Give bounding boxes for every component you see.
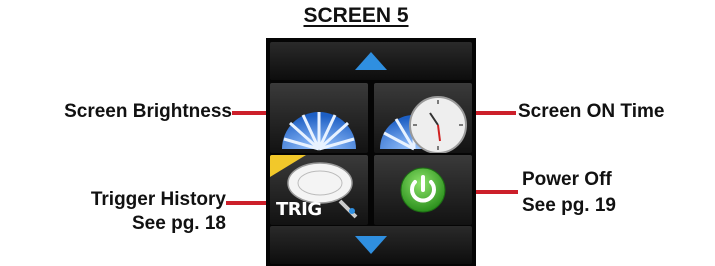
device-screen: TRIG bbox=[266, 38, 476, 266]
power-off-button[interactable] bbox=[374, 155, 472, 225]
trigger-history-button[interactable]: TRIG bbox=[270, 155, 368, 225]
down-arrow-icon bbox=[355, 236, 387, 254]
label-trigger-history: Trigger History bbox=[90, 189, 226, 210]
scroll-down-button[interactable] bbox=[270, 226, 472, 264]
screen-on-time-button[interactable] bbox=[374, 83, 472, 153]
brightness-fan-icon bbox=[282, 112, 356, 151]
scroll-up-button[interactable] bbox=[270, 42, 472, 80]
screen-brightness-button[interactable] bbox=[270, 83, 368, 153]
screen-title: SCREEN 5 bbox=[303, 4, 409, 27]
clock-icon bbox=[380, 96, 467, 153]
up-arrow-icon bbox=[355, 52, 387, 70]
power-icon bbox=[400, 167, 446, 213]
label-power-off: Power Off bbox=[522, 169, 612, 190]
label-power-off-page: See pg. 19 bbox=[522, 195, 616, 216]
trig-text: TRIG bbox=[276, 199, 322, 220]
label-trigger-history-page: See pg. 18 bbox=[132, 213, 226, 234]
label-screen-brightness: Screen Brightness bbox=[64, 101, 232, 122]
label-screen-on-time: Screen ON Time bbox=[518, 101, 665, 122]
